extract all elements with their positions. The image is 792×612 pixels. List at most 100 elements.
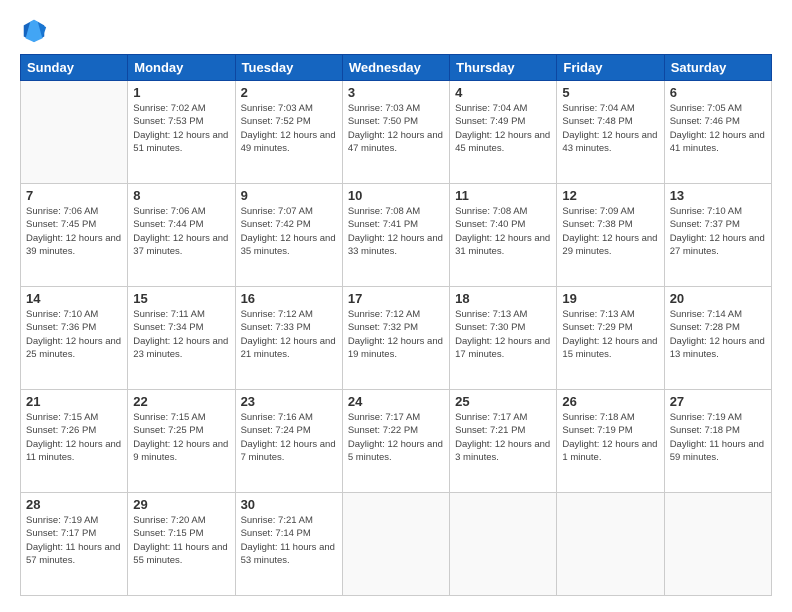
day-info: Sunrise: 7:13 AMSunset: 7:30 PMDaylight:…: [455, 308, 551, 361]
day-number: 1: [133, 85, 229, 100]
day-cell-7: 7Sunrise: 7:06 AMSunset: 7:45 PMDaylight…: [21, 184, 128, 287]
header-row: SundayMondayTuesdayWednesdayThursdayFrid…: [21, 55, 772, 81]
day-number: 27: [670, 394, 766, 409]
day-info: Sunrise: 7:21 AMSunset: 7:14 PMDaylight:…: [241, 514, 337, 567]
day-number: 13: [670, 188, 766, 203]
header-cell-tuesday: Tuesday: [235, 55, 342, 81]
day-cell-14: 14Sunrise: 7:10 AMSunset: 7:36 PMDayligh…: [21, 287, 128, 390]
day-info: Sunrise: 7:15 AMSunset: 7:26 PMDaylight:…: [26, 411, 122, 464]
day-info: Sunrise: 7:02 AMSunset: 7:53 PMDaylight:…: [133, 102, 229, 155]
day-cell-21: 21 Sunrise: 7:15 AMSunset: 7:26 PMDayligh…: [21, 390, 128, 493]
day-info: Sunrise: 7:03 AMSunset: 7:50 PMDaylight:…: [348, 102, 444, 155]
day-number: 12: [562, 188, 658, 203]
calendar-table: SundayMondayTuesdayWednesdayThursdayFrid…: [20, 54, 772, 596]
week-row-1: 1 Sunrise: 7:02 AMSunset: 7:53 PMDaylight…: [21, 81, 772, 184]
day-cell-empty-5: [557, 493, 664, 596]
day-cell-empty-4: [450, 493, 557, 596]
day-cell-15: 15Sunrise: 7:11 AMSunset: 7:34 PMDayligh…: [128, 287, 235, 390]
day-cell-17: 17 Sunrise: 7:12 AMSunset: 7:32 PMDayligh…: [342, 287, 449, 390]
day-cell-28: 28 Sunrise: 7:19 AMSunset: 7:17 PMDayligh…: [21, 493, 128, 596]
header-cell-wednesday: Wednesday: [342, 55, 449, 81]
day-cell-18: 18 Sunrise: 7:13 AMSunset: 7:30 PMDayligh…: [450, 287, 557, 390]
day-info: Sunrise: 7:08 AMSunset: 7:40 PMDaylight:…: [455, 205, 551, 258]
day-info: Sunrise: 7:06 AMSunset: 7:45 PMDaylight:…: [26, 205, 122, 258]
day-info: Sunrise: 7:11 AMSunset: 7:34 PMDaylight:…: [133, 308, 229, 361]
day-info: Sunrise: 7:08 AMSunset: 7:41 PMDaylight:…: [348, 205, 444, 258]
day-number: 8: [133, 188, 229, 203]
calendar: SundayMondayTuesdayWednesdayThursdayFrid…: [20, 54, 772, 596]
day-cell-8: 8 Sunrise: 7:06 AMSunset: 7:44 PMDaylight…: [128, 184, 235, 287]
day-number: 21: [26, 394, 122, 409]
day-number: 28: [26, 497, 122, 512]
day-info: Sunrise: 7:20 AMSunset: 7:15 PMDaylight:…: [133, 514, 229, 567]
day-info: Sunrise: 7:06 AMSunset: 7:44 PMDaylight:…: [133, 205, 229, 258]
day-number: 18: [455, 291, 551, 306]
day-info: Sunrise: 7:10 AMSunset: 7:36 PMDaylight:…: [26, 308, 122, 361]
header-cell-monday: Monday: [128, 55, 235, 81]
day-number: 9: [241, 188, 337, 203]
week-row-3: 14Sunrise: 7:10 AMSunset: 7:36 PMDayligh…: [21, 287, 772, 390]
day-cell-16: 16Sunrise: 7:12 AMSunset: 7:33 PMDayligh…: [235, 287, 342, 390]
day-number: 29: [133, 497, 229, 512]
page: SundayMondayTuesdayWednesdayThursdayFrid…: [0, 0, 792, 612]
day-info: Sunrise: 7:17 AMSunset: 7:22 PMDaylight:…: [348, 411, 444, 464]
day-cell-3: 3 Sunrise: 7:03 AMSunset: 7:50 PMDaylight…: [342, 81, 449, 184]
day-cell-empty-0: [21, 81, 128, 184]
day-info: Sunrise: 7:14 AMSunset: 7:28 PMDaylight:…: [670, 308, 766, 361]
day-cell-10: 10Sunrise: 7:08 AMSunset: 7:41 PMDayligh…: [342, 184, 449, 287]
day-cell-6: 6Sunrise: 7:05 AMSunset: 7:46 PMDaylight…: [664, 81, 771, 184]
day-info: Sunrise: 7:09 AMSunset: 7:38 PMDaylight:…: [562, 205, 658, 258]
day-info: Sunrise: 7:13 AMSunset: 7:29 PMDaylight:…: [562, 308, 658, 361]
day-number: 30: [241, 497, 337, 512]
day-info: Sunrise: 7:12 AMSunset: 7:32 PMDaylight:…: [348, 308, 444, 361]
day-cell-24: 24 Sunrise: 7:17 AMSunset: 7:22 PMDayligh…: [342, 390, 449, 493]
week-row-2: 7Sunrise: 7:06 AMSunset: 7:45 PMDaylight…: [21, 184, 772, 287]
day-number: 25: [455, 394, 551, 409]
day-cell-2: 2Sunrise: 7:03 AMSunset: 7:52 PMDaylight…: [235, 81, 342, 184]
day-info: Sunrise: 7:19 AMSunset: 7:18 PMDaylight:…: [670, 411, 766, 464]
day-info: Sunrise: 7:12 AMSunset: 7:33 PMDaylight:…: [241, 308, 337, 361]
day-cell-empty-6: [664, 493, 771, 596]
day-cell-12: 12 Sunrise: 7:09 AMSunset: 7:38 PMDayligh…: [557, 184, 664, 287]
day-info: Sunrise: 7:04 AMSunset: 7:49 PMDaylight:…: [455, 102, 551, 155]
day-cell-23: 23Sunrise: 7:16 AMSunset: 7:24 PMDayligh…: [235, 390, 342, 493]
header: [20, 16, 772, 44]
header-cell-thursday: Thursday: [450, 55, 557, 81]
day-cell-29: 29 Sunrise: 7:20 AMSunset: 7:15 PMDayligh…: [128, 493, 235, 596]
day-cell-1: 1 Sunrise: 7:02 AMSunset: 7:53 PMDaylight…: [128, 81, 235, 184]
day-number: 22: [133, 394, 229, 409]
header-cell-saturday: Saturday: [664, 55, 771, 81]
header-cell-friday: Friday: [557, 55, 664, 81]
day-info: Sunrise: 7:17 AMSunset: 7:21 PMDaylight:…: [455, 411, 551, 464]
day-number: 17: [348, 291, 444, 306]
logo: [20, 16, 52, 44]
day-number: 3: [348, 85, 444, 100]
day-info: Sunrise: 7:18 AMSunset: 7:19 PMDaylight:…: [562, 411, 658, 464]
day-number: 20: [670, 291, 766, 306]
day-cell-19: 19Sunrise: 7:13 AMSunset: 7:29 PMDayligh…: [557, 287, 664, 390]
day-info: Sunrise: 7:10 AMSunset: 7:37 PMDaylight:…: [670, 205, 766, 258]
day-cell-4: 4Sunrise: 7:04 AMSunset: 7:49 PMDaylight…: [450, 81, 557, 184]
logo-icon: [20, 16, 48, 44]
day-cell-5: 5 Sunrise: 7:04 AMSunset: 7:48 PMDaylight…: [557, 81, 664, 184]
day-info: Sunrise: 7:05 AMSunset: 7:46 PMDaylight:…: [670, 102, 766, 155]
week-row-4: 21 Sunrise: 7:15 AMSunset: 7:26 PMDayligh…: [21, 390, 772, 493]
calendar-header: SundayMondayTuesdayWednesdayThursdayFrid…: [21, 55, 772, 81]
day-cell-30: 30 Sunrise: 7:21 AMSunset: 7:14 PMDayligh…: [235, 493, 342, 596]
day-info: Sunrise: 7:07 AMSunset: 7:42 PMDaylight:…: [241, 205, 337, 258]
day-number: 2: [241, 85, 337, 100]
day-cell-empty-3: [342, 493, 449, 596]
week-row-5: 28 Sunrise: 7:19 AMSunset: 7:17 PMDayligh…: [21, 493, 772, 596]
day-info: Sunrise: 7:04 AMSunset: 7:48 PMDaylight:…: [562, 102, 658, 155]
day-cell-20: 20 Sunrise: 7:14 AMSunset: 7:28 PMDayligh…: [664, 287, 771, 390]
header-cell-sunday: Sunday: [21, 55, 128, 81]
day-cell-22: 22Sunrise: 7:15 AMSunset: 7:25 PMDayligh…: [128, 390, 235, 493]
day-cell-11: 11 Sunrise: 7:08 AMSunset: 7:40 PMDayligh…: [450, 184, 557, 287]
day-cell-25: 25 Sunrise: 7:17 AMSunset: 7:21 PMDayligh…: [450, 390, 557, 493]
day-number: 24: [348, 394, 444, 409]
calendar-body: 1 Sunrise: 7:02 AMSunset: 7:53 PMDaylight…: [21, 81, 772, 596]
day-info: Sunrise: 7:16 AMSunset: 7:24 PMDaylight:…: [241, 411, 337, 464]
day-number: 11: [455, 188, 551, 203]
day-info: Sunrise: 7:19 AMSunset: 7:17 PMDaylight:…: [26, 514, 122, 567]
day-number: 5: [562, 85, 658, 100]
